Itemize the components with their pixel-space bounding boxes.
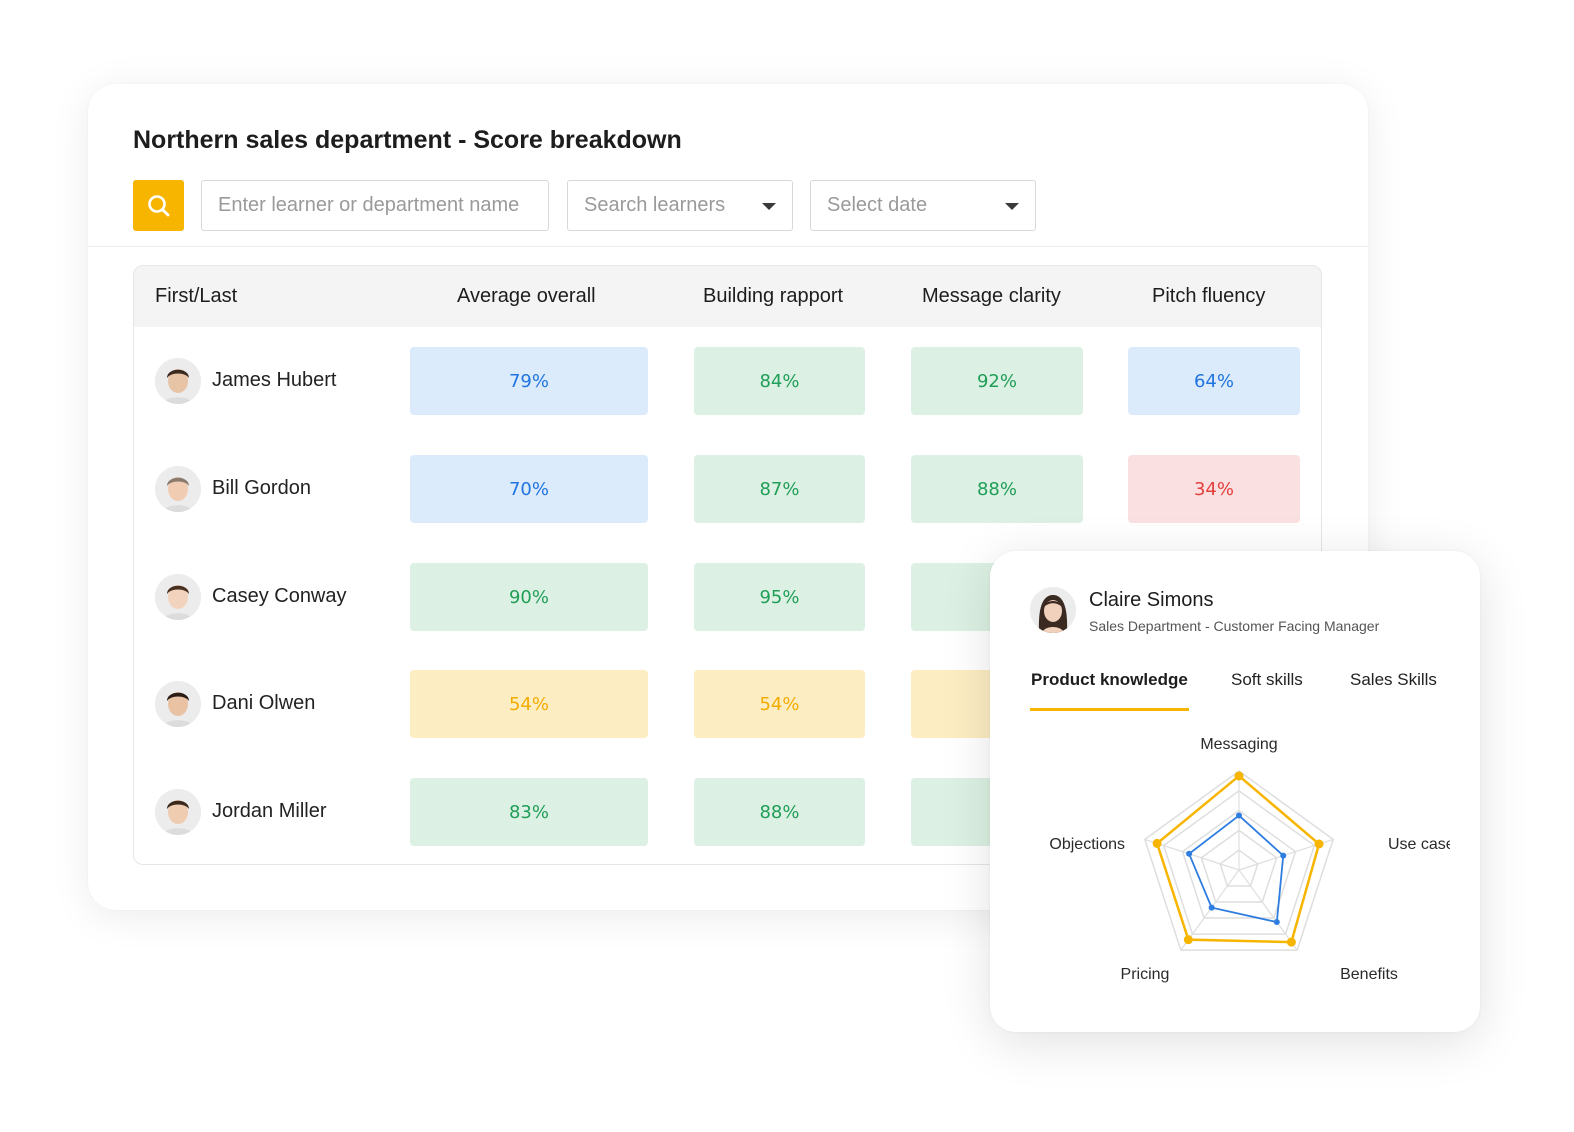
learner-name[interactable]: Jordan Miller: [212, 800, 326, 823]
radar-point: [1286, 937, 1296, 947]
score-cell[interactable]: 92%: [911, 347, 1083, 415]
radar-point: [1314, 839, 1324, 849]
score-cell[interactable]: 87%: [694, 455, 865, 523]
search-icon: [147, 194, 169, 216]
avatar: [155, 466, 201, 512]
column-header-name[interactable]: First/Last: [155, 285, 237, 308]
score-cell[interactable]: 83%: [410, 778, 648, 846]
search-button[interactable]: [133, 180, 184, 231]
avatar: [155, 574, 201, 620]
score-cell[interactable]: 64%: [1128, 347, 1300, 415]
learner-name[interactable]: James Hubert: [212, 369, 337, 392]
score-cell[interactable]: 54%: [694, 670, 865, 738]
score-cell[interactable]: 88%: [911, 455, 1083, 523]
radar-axis-label: Benefits: [1340, 966, 1398, 983]
skills-radar-chart: Messaging Use cases Benefits Pricing Objecti…: [1049, 736, 1450, 983]
active-tab-indicator: [1030, 708, 1189, 711]
page-title: Northern sales department - Score breakd…: [133, 126, 682, 154]
radar-point: [1234, 771, 1244, 781]
tab-soft-skills[interactable]: Soft skills: [1231, 670, 1303, 690]
score-cell[interactable]: 90%: [410, 563, 648, 631]
avatar: [155, 358, 201, 404]
column-header-building-rapport[interactable]: Building rapport: [703, 285, 843, 308]
radar-point: [1280, 852, 1287, 859]
tab-product-knowledge[interactable]: Product knowledge: [1031, 670, 1188, 690]
avatar: [155, 789, 201, 835]
avatar: [1030, 587, 1076, 633]
divider: [88, 246, 1368, 247]
radar-point: [1186, 850, 1193, 857]
score-cell[interactable]: 79%: [410, 347, 648, 415]
score-cell[interactable]: 70%: [410, 455, 648, 523]
chevron-down-icon: [762, 203, 776, 210]
score-cell[interactable]: 34%: [1128, 455, 1300, 523]
score-cell[interactable]: 88%: [694, 778, 865, 846]
radar-point: [1236, 812, 1242, 819]
radar-series-line: [1155, 774, 1321, 944]
score-cell[interactable]: 84%: [694, 347, 865, 415]
radar-axis-label: Use cases: [1388, 836, 1450, 853]
chevron-down-icon: [1005, 203, 1019, 210]
learner-department-search-field[interactable]: [201, 180, 549, 231]
radar-axis-label: Messaging: [1200, 736, 1277, 753]
tab-sales-skills[interactable]: Sales Skills: [1350, 670, 1437, 690]
column-header-pitch-fluency[interactable]: Pitch fluency: [1152, 285, 1265, 308]
table-row[interactable]: Bill Gordon 70% 87% 88% 34%: [134, 455, 1321, 523]
radar-axis-label: Pricing: [1121, 966, 1170, 983]
learner-profile-card: Claire Simons Sales Department - Custome…: [990, 551, 1480, 1032]
table-row[interactable]: James Hubert 79% 84% 92% 64%: [134, 347, 1321, 415]
radar-point: [1152, 838, 1162, 848]
select-date-placeholder: Select date: [827, 194, 928, 216]
learner-name[interactable]: Casey Conway: [212, 585, 347, 608]
learner-name[interactable]: Dani Olwen: [212, 692, 315, 715]
radar-axis-label: Objections: [1049, 836, 1125, 853]
learner-department-search-input[interactable]: [218, 194, 548, 217]
search-learners-placeholder: Search learners: [584, 194, 726, 216]
learner-name[interactable]: Bill Gordon: [212, 477, 311, 500]
profile-name: Claire Simons: [1089, 589, 1214, 611]
column-header-average-overall[interactable]: Average overall: [457, 285, 596, 308]
search-learners-dropdown[interactable]: Search learners: [567, 180, 793, 231]
radar-point: [1183, 935, 1193, 945]
radar-point: [1273, 919, 1280, 926]
table-header: First/Last Average overall Building rapp…: [134, 266, 1321, 327]
radar-point: [1208, 904, 1215, 911]
select-date-dropdown[interactable]: Select date: [810, 180, 1036, 231]
score-cell[interactable]: 54%: [410, 670, 648, 738]
column-header-message-clarity[interactable]: Message clarity: [922, 285, 1061, 308]
avatar: [155, 681, 201, 727]
score-cell[interactable]: 95%: [694, 563, 865, 631]
profile-subtitle: Sales Department - Customer Facing Manag…: [1089, 618, 1380, 634]
